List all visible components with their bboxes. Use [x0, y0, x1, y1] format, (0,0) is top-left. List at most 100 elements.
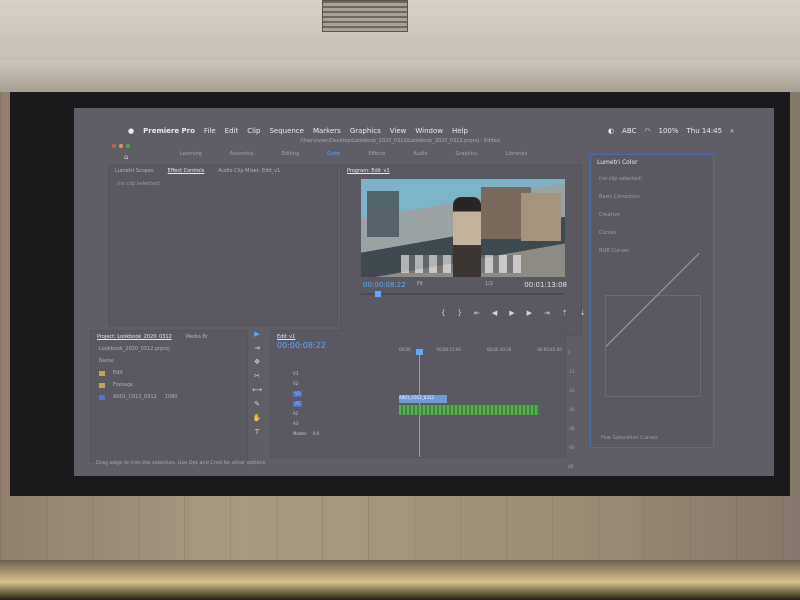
program-timecode[interactable]: 00:00:08:22 [363, 281, 406, 289]
tab-editing[interactable]: Editing [282, 151, 299, 157]
tab-graphics[interactable]: Graphics [456, 151, 478, 157]
clip-icon [99, 394, 105, 400]
apple-icon[interactable]: ● [128, 127, 134, 135]
track-a3[interactable]: A3 [293, 421, 389, 427]
tab-audio[interactable]: Audio [413, 151, 427, 157]
input-source[interactable]: ABC [622, 127, 636, 135]
track-v1[interactable]: V1 [293, 391, 389, 397]
step-back-icon[interactable]: ◀ [492, 309, 497, 317]
tab-color[interactable]: Color [327, 151, 340, 157]
tab-assembly[interactable]: Assembly [230, 151, 254, 157]
play-icon[interactable]: ▶ [509, 309, 514, 317]
menu-window[interactable]: Window [415, 127, 443, 135]
tab-effects[interactable]: Effects [368, 151, 385, 157]
no-clip-text: (no clip selected) [117, 181, 161, 187]
menu-graphics[interactable]: Graphics [350, 127, 381, 135]
tools-panel: ▶ ⇥ ✥ ✂ ⟷ ✎ ✋ T [250, 330, 264, 450]
list-item[interactable]: Footage [91, 379, 247, 391]
meter-label: dB [568, 464, 574, 469]
lumetri-title[interactable]: Lumetri Color [591, 155, 713, 170]
extract-icon[interactable]: ⇣ [580, 309, 586, 317]
menu-help[interactable]: Help [452, 127, 468, 135]
lift-icon[interactable]: ⇡ [562, 309, 568, 317]
section-basic-correction[interactable]: Basic Correction [591, 188, 713, 206]
close-icon[interactable] [112, 144, 116, 148]
track-v2[interactable]: V2 [293, 381, 389, 387]
menu-view[interactable]: View [390, 127, 407, 135]
program-tabs: Program: Edit_v1 [341, 165, 581, 177]
menu-file[interactable]: File [204, 127, 216, 135]
item-name: Footage [113, 382, 134, 388]
folder-icon [99, 382, 105, 388]
column-name[interactable]: Name [99, 358, 114, 364]
program-monitor: Program: Edit_v1 00:00:08:22 Fit 1/2 00:… [340, 164, 603, 336]
program-scrubber[interactable] [361, 291, 565, 297]
mark-out-icon[interactable]: } [457, 309, 461, 317]
razor-tool-icon[interactable]: ✂ [254, 372, 260, 380]
search-icon[interactable]: ⌕ [730, 127, 734, 136]
tab-project[interactable]: Project: Lookbook_2020_0312 [97, 334, 172, 340]
window-title: /Users/user/Desktop/Lookbook_2020_0312/L… [300, 138, 500, 144]
timeline-ruler[interactable]: 00:00 00:00:15:00 00:00:30:00 00:00:45:0… [399, 347, 562, 352]
list-item[interactable]: A001_C012_0312 1080 [91, 391, 247, 403]
program-title[interactable]: Program: Edit_v1 [347, 168, 390, 174]
track-select-tool-icon[interactable]: ⇥ [254, 344, 260, 352]
track-master[interactable]: Master 0.0 [293, 431, 389, 437]
ruler-tick: 00:00:45:00 [537, 347, 562, 352]
go-to-in-icon[interactable]: ⇤ [474, 309, 480, 317]
step-forward-icon[interactable]: ▶ [527, 309, 532, 317]
track-label: V3 [293, 371, 299, 376]
hand-tool-icon[interactable]: ✋ [253, 414, 262, 422]
type-tool-icon[interactable]: T [255, 428, 259, 436]
effect-controls-panel: Lumetri Scopes Effect Controls Audio Cli… [108, 164, 338, 326]
menu-markers[interactable]: Markers [313, 127, 341, 135]
tab-media-browser[interactable]: Media Br [186, 334, 208, 340]
track-v3[interactable]: V3 [293, 371, 389, 377]
tab-libraries[interactable]: Libraries [506, 151, 528, 157]
menu-sequence[interactable]: Sequence [269, 127, 304, 135]
program-playhead[interactable] [375, 291, 381, 297]
ripple-tool-icon[interactable]: ✥ [254, 358, 260, 366]
clock[interactable]: Thu 14:45 [687, 127, 723, 135]
track-a1[interactable]: A1 [293, 401, 389, 407]
video-frame[interactable] [361, 179, 565, 277]
clip-label: A001_C012_0312 [399, 395, 434, 400]
track-a2[interactable]: A2 [293, 411, 389, 417]
selection-tool-icon[interactable]: ▶ [254, 330, 259, 338]
master-value[interactable]: 0.0 [313, 431, 319, 437]
tab-audio-clip-mixer[interactable]: Audio Clip Mixer: Edit_v1 [218, 168, 280, 174]
slip-tool-icon[interactable]: ⟷ [252, 386, 262, 394]
pen-tool-icon[interactable]: ✎ [254, 400, 260, 408]
ruler-tick: 00:00:15:00 [436, 347, 461, 352]
fit-dropdown[interactable]: Fit [417, 281, 423, 287]
hue-sat-curves-label[interactable]: Hue Saturation Curves [601, 435, 658, 441]
list-item[interactable]: Edit [91, 367, 247, 379]
tab-learning[interactable]: Learning [180, 151, 202, 157]
section-curves[interactable]: Curves [591, 224, 713, 242]
video-person [453, 197, 481, 277]
menu-edit[interactable]: Edit [225, 127, 239, 135]
folder-icon [99, 370, 105, 376]
tab-effect-controls[interactable]: Effect Controls [168, 168, 205, 174]
tab-sequence[interactable]: Edit_v1 [277, 334, 295, 340]
tab-lumetri-scopes[interactable]: Lumetri Scopes [115, 168, 154, 174]
video-clip[interactable]: A001_C012_0312 [399, 395, 447, 403]
timeline-timecode[interactable]: 00:00:08:22 [277, 341, 326, 350]
creative-cloud-icon[interactable]: ◐ [608, 127, 614, 135]
meter-label: -60 [568, 445, 575, 450]
go-to-out-icon[interactable]: ⇥ [544, 309, 550, 317]
transport-controls: { } ⇤ ◀ ▶ ▶ ⇥ ⇡ ⇣ + [441, 309, 603, 317]
timeline-playhead[interactable] [416, 349, 423, 457]
item-name: Edit [113, 370, 123, 376]
meter-scale: 0 -12 -24 -36 -48 -60 dB [568, 330, 586, 469]
rgb-curve-graph[interactable] [605, 295, 701, 397]
mark-in-icon[interactable]: { [441, 309, 445, 317]
resolution-dropdown[interactable]: 1/2 [485, 281, 493, 287]
section-creative[interactable]: Creative [591, 206, 713, 224]
app-name[interactable]: Premiere Pro [143, 127, 195, 135]
wifi-icon[interactable]: ◠ [644, 127, 650, 135]
audio-clip[interactable] [399, 405, 539, 415]
menu-clip[interactable]: Clip [247, 127, 260, 135]
track-label: V2 [293, 381, 299, 386]
meter-label: -12 [568, 369, 575, 374]
